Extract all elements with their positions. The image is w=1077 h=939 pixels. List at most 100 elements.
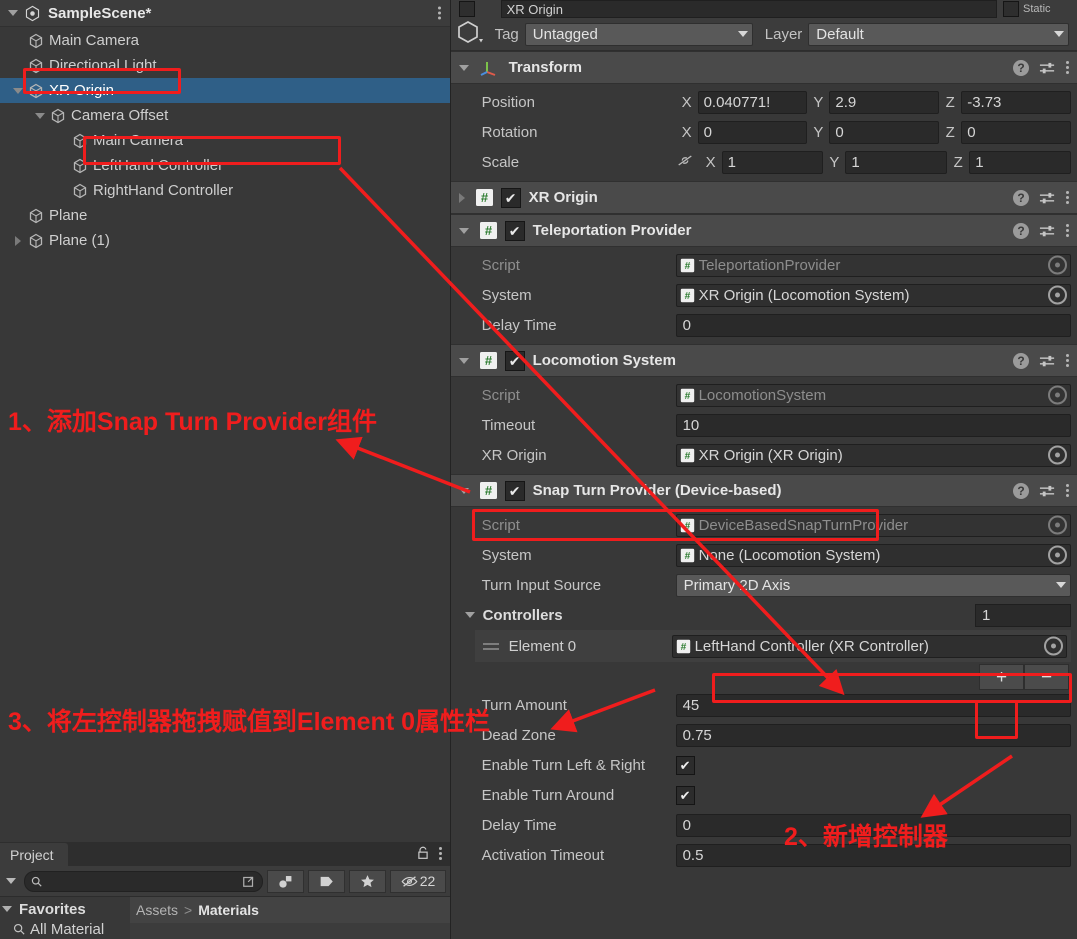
preset-icon[interactable] <box>1039 61 1056 75</box>
help-icon[interactable]: ? <box>1013 222 1029 239</box>
objectfield-system[interactable]: # None (Locomotion System) <box>675 543 1071 567</box>
object-picker-icon[interactable] <box>1048 255 1067 275</box>
hierarchy-scene-header[interactable]: SampleScene* <box>0 0 450 27</box>
object-picker-icon[interactable] <box>1048 445 1067 465</box>
checkbox-enable-turn-around[interactable]: ✔ <box>675 785 695 805</box>
tag-dropdown[interactable]: Untagged <box>524 22 753 46</box>
preset-icon[interactable] <box>1039 354 1056 368</box>
dropdown-turn-input-source[interactable]: Primary 2D Axis <box>675 573 1071 597</box>
favorites-item-all-material[interactable]: All Material <box>0 919 130 939</box>
expand-arrow-cell[interactable] <box>12 87 28 94</box>
component-enabled-checkbox[interactable]: ✔ <box>504 220 525 241</box>
chevron-right-icon[interactable] <box>458 192 465 203</box>
hierarchy-item-righthand-controller[interactable]: RightHand Controller <box>0 178 450 203</box>
hierarchy-item-main-camera[interactable]: Main Camera <box>0 28 450 53</box>
transform-x-input[interactable]: 0.040771! <box>697 90 808 114</box>
hidden-assets-indicator[interactable]: 22 <box>390 869 446 893</box>
object-picker-icon[interactable] <box>1048 545 1067 565</box>
chevron-right-icon[interactable] <box>15 235 21 246</box>
component-enabled-checkbox[interactable]: ✔ <box>500 187 521 208</box>
filter-favorites-button[interactable] <box>349 869 386 893</box>
preset-icon[interactable] <box>1039 224 1056 238</box>
filter-by-label-button[interactable] <box>308 869 345 893</box>
help-icon[interactable]: ? <box>1013 59 1029 76</box>
project-menu-icon[interactable] <box>439 846 442 860</box>
component-header-snap-turn-provider-device-based[interactable]: # ✔ Snap Turn Provider (Device-based)? <box>450 474 1077 507</box>
object-name-input[interactable]: XR Origin <box>500 0 997 18</box>
array-header-controllers[interactable]: Controllers 1 <box>451 600 1077 630</box>
input-activation-timeout[interactable]: 0.5 <box>675 843 1071 867</box>
object-picker-icon[interactable] <box>1044 636 1063 656</box>
transform-y-input[interactable]: 2.9 <box>829 90 940 114</box>
component-enabled-checkbox[interactable]: ✔ <box>504 350 525 371</box>
breadcrumb-current[interactable]: Materials <box>198 902 259 918</box>
kebab-menu-icon[interactable] <box>1066 484 1069 497</box>
component-enabled-checkbox[interactable]: ✔ <box>504 480 525 501</box>
chevron-down-icon[interactable] <box>35 112 45 119</box>
chevron-down-icon[interactable] <box>464 612 475 618</box>
input-dead-zone[interactable]: 0.75 <box>675 723 1071 747</box>
component-header-transform[interactable]: Transform ? <box>450 51 1077 84</box>
chevron-down-icon[interactable] <box>8 10 18 16</box>
objectfield-script[interactable]: # LocomotionSystem <box>675 383 1071 407</box>
objectfield-script[interactable]: # DeviceBasedSnapTurnProvider <box>675 513 1071 537</box>
help-icon[interactable]: ? <box>1013 352 1029 369</box>
project-view-dropdown-icon[interactable] <box>6 878 16 884</box>
help-icon[interactable]: ? <box>1013 482 1029 499</box>
hierarchy-item-directional-light[interactable]: Directional Light <box>0 53 450 78</box>
layer-dropdown[interactable]: Default <box>808 22 1069 46</box>
transform-y-input[interactable]: 1 <box>845 150 948 174</box>
filter-by-type-button[interactable] <box>267 869 304 893</box>
expand-arrow-cell[interactable] <box>34 112 50 119</box>
chevron-down-icon[interactable] <box>458 487 469 494</box>
component-header-xr-origin[interactable]: # ✔ XR Origin? <box>450 181 1077 214</box>
object-picker-icon[interactable] <box>1048 515 1067 535</box>
component-header-locomotion-system[interactable]: # ✔ Locomotion System? <box>450 344 1077 377</box>
hierarchy-item-plane[interactable]: Plane <box>0 203 450 228</box>
object-picker-icon[interactable] <box>1048 385 1067 405</box>
project-search-box[interactable] <box>24 870 263 892</box>
transform-x-input[interactable]: 1 <box>721 150 824 174</box>
hierarchy-item-lefthand-controller[interactable]: LeftHand Controller <box>0 153 450 178</box>
component-header-teleportation-provider[interactable]: # ✔ Teleportation Provider? <box>450 214 1077 247</box>
objectfield-system[interactable]: # XR Origin (Locomotion System) <box>675 283 1071 307</box>
array-element-row[interactable]: Element 0 # LeftHand Controller (XR Contro… <box>474 630 1071 662</box>
hierarchy-item-xr-origin[interactable]: XR Origin <box>0 78 450 103</box>
link-off-icon[interactable] <box>676 153 694 171</box>
transform-z-input[interactable]: 0 <box>961 120 1072 144</box>
array-add-button[interactable]: + <box>979 664 1024 690</box>
transform-z-input[interactable]: 1 <box>969 150 1072 174</box>
transform-y-input[interactable]: 0 <box>829 120 940 144</box>
kebab-menu-icon[interactable] <box>1066 61 1069 74</box>
chevron-down-icon[interactable] <box>2 906 12 912</box>
tab-project[interactable]: Project <box>0 843 68 866</box>
input-timeout[interactable]: 10 <box>675 413 1071 437</box>
hierarchy-item-plane-1[interactable]: Plane (1) <box>0 228 450 253</box>
objectfield-element-0[interactable]: # LeftHand Controller (XR Controller) <box>671 634 1067 658</box>
hierarchy-menu-icon[interactable] <box>437 6 441 20</box>
kebab-menu-icon[interactable] <box>1066 224 1069 237</box>
favorites-row[interactable]: Favorites <box>0 899 130 919</box>
transform-z-input[interactable]: -3.73 <box>961 90 1072 114</box>
lock-icon[interactable] <box>417 846 429 860</box>
input-turn-amount[interactable]: 45 <box>675 693 1071 717</box>
object-active-checkbox[interactable] <box>458 1 475 17</box>
kebab-menu-icon[interactable] <box>1066 354 1069 367</box>
help-icon[interactable]: ? <box>1013 189 1029 206</box>
chevron-down-icon[interactable] <box>458 64 469 71</box>
drag-handle-icon[interactable] <box>482 642 499 650</box>
input-delay-time[interactable]: 0 <box>675 313 1071 337</box>
transform-x-input[interactable]: 0 <box>697 120 808 144</box>
static-checkbox[interactable] <box>1003 1 1019 17</box>
objectfield-script[interactable]: # TeleportationProvider <box>675 253 1071 277</box>
checkbox-enable-turn-left-right[interactable]: ✔ <box>675 755 695 775</box>
hierarchy-item-camera-offset[interactable]: Camera Offset <box>0 103 450 128</box>
hierarchy-item-main-camera[interactable]: Main Camera <box>0 128 450 153</box>
chevron-down-icon[interactable] <box>458 357 469 364</box>
chevron-down-icon[interactable] <box>458 227 469 234</box>
project-search-input[interactable] <box>46 873 242 889</box>
preset-icon[interactable] <box>1039 484 1056 498</box>
input-delay-time[interactable]: 0 <box>675 813 1071 837</box>
array-remove-button[interactable]: − <box>1024 664 1069 690</box>
chevron-down-icon[interactable] <box>13 87 23 94</box>
